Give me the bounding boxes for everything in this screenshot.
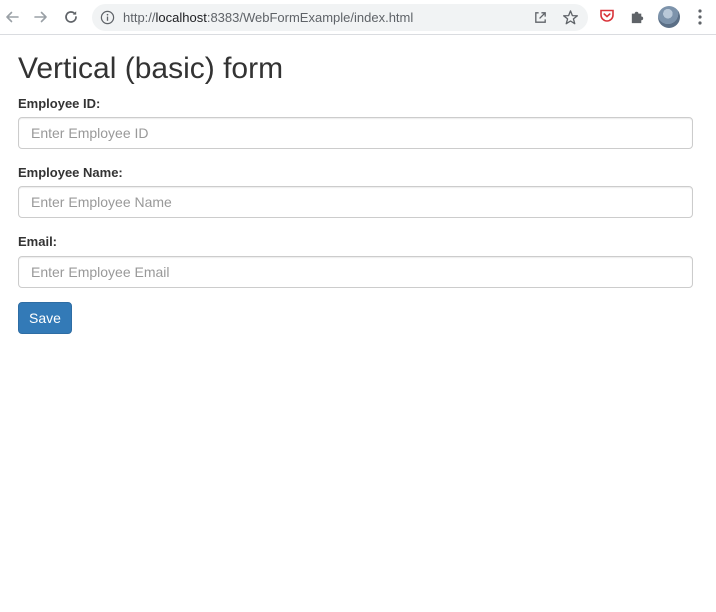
- star-icon[interactable]: [562, 9, 579, 26]
- reload-icon[interactable]: [60, 6, 82, 28]
- kebab-menu-icon[interactable]: [692, 8, 708, 26]
- browser-toolbar: http://localhost:8383/WebFormExample/ind…: [0, 0, 716, 35]
- page-title: Vertical (basic) form: [18, 52, 284, 85]
- url-text[interactable]: http://localhost:8383/WebFormExample/ind…: [123, 9, 413, 26]
- puzzle-icon[interactable]: [629, 8, 646, 25]
- url-scheme: http://: [123, 10, 156, 25]
- employee-id-label: Employee ID:: [18, 96, 101, 111]
- email-label: Email:: [18, 234, 58, 249]
- forward-arrow-icon[interactable]: [30, 6, 52, 28]
- url-host: localhost: [155, 10, 207, 25]
- email-input[interactable]: [18, 256, 693, 288]
- share-icon[interactable]: [533, 10, 548, 25]
- employee-name-label: Employee Name:: [18, 165, 123, 180]
- page-content: Vertical (basic) form Employee ID: Emplo…: [0, 36, 716, 612]
- save-button[interactable]: Save: [18, 302, 72, 334]
- employee-name-input[interactable]: [18, 186, 693, 218]
- pocket-extension-icon[interactable]: [600, 9, 614, 23]
- info-icon[interactable]: [100, 10, 115, 25]
- url-path: :8383/WebFormExample/index.html: [206, 10, 414, 25]
- back-arrow-icon[interactable]: [1, 6, 23, 28]
- address-bar[interactable]: http://localhost:8383/WebFormExample/ind…: [92, 4, 588, 31]
- avatar[interactable]: [658, 6, 680, 28]
- employee-id-input[interactable]: [18, 117, 693, 149]
